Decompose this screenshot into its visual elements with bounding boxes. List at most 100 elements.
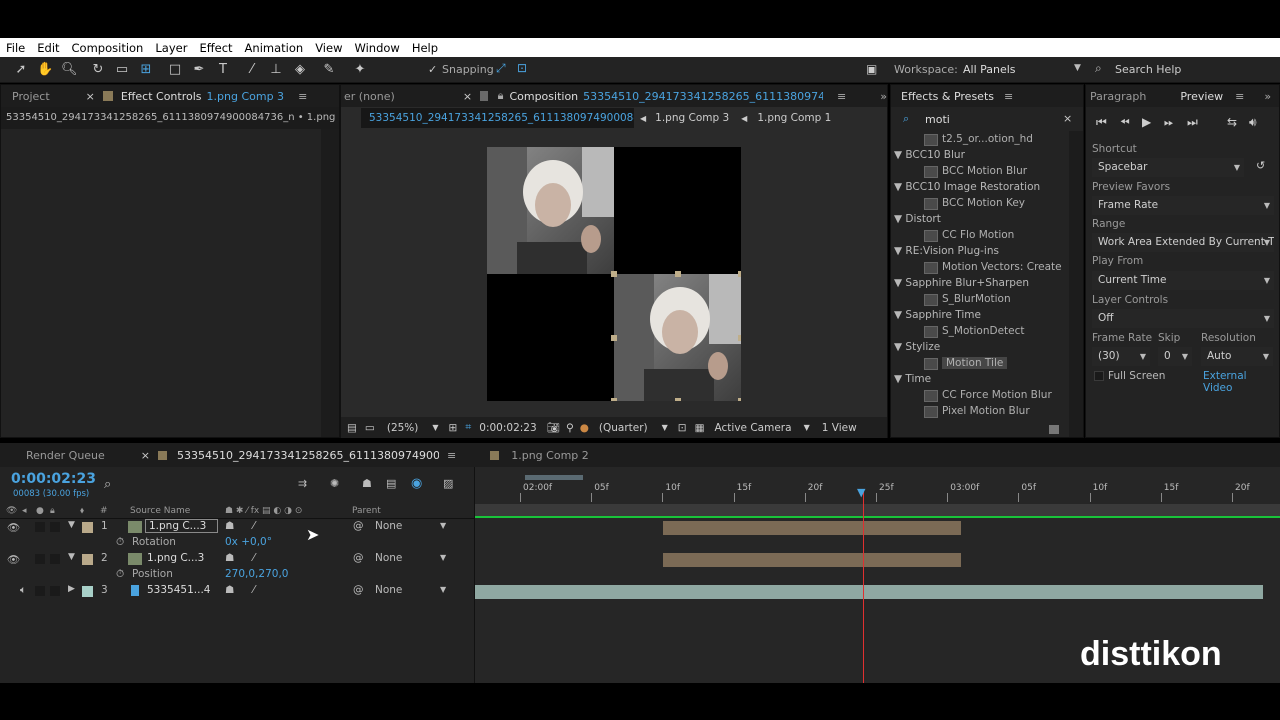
effect-item[interactable]: CC Force Motion Blur xyxy=(894,387,1083,403)
collapse-arrow-icon[interactable]: ▶ xyxy=(68,584,75,594)
parent-select[interactable]: None xyxy=(375,520,402,532)
display-icon[interactable]: ▭ xyxy=(365,422,375,434)
shy-switch-icon[interactable]: ☗ xyxy=(225,552,234,564)
time-ruler[interactable]: 02:00f 05f 10f 15f 20f 25f 03:00f 05f 10f 15f 20f xyxy=(475,483,1280,503)
snap-edges-icon[interactable]: ⤢ xyxy=(496,61,506,76)
lock-toggle[interactable] xyxy=(50,586,60,596)
eraser-tool-icon[interactable]: ◈ xyxy=(292,62,308,78)
tab-project[interactable]: Project xyxy=(12,90,50,103)
stopwatch-icon[interactable]: ⏱︎ xyxy=(116,568,124,581)
effect-item[interactable]: Motion Vectors: Create xyxy=(894,259,1083,275)
snapshot-icon[interactable]: 📷︎ xyxy=(547,421,560,434)
current-time-indicator-icon[interactable]: ▼ xyxy=(857,486,865,499)
roto-brush-tool-icon[interactable]: ✎ xyxy=(321,62,337,78)
layer-controls-select[interactable]: Off xyxy=(1092,309,1274,328)
rotation-value[interactable]: 0x +0,0° xyxy=(225,536,272,548)
scrollbar[interactable] xyxy=(321,129,339,437)
quality-switch-icon[interactable]: ⁄ xyxy=(253,552,255,564)
rotate-tool-icon[interactable]: ↻ xyxy=(90,62,106,78)
puppet-pin-tool-icon[interactable]: ✦ xyxy=(352,62,368,78)
camera-dropdown-icon[interactable]: ▼ xyxy=(804,423,810,432)
effect-item[interactable]: BCC Motion Blur xyxy=(894,163,1083,179)
hand-tool-icon[interactable]: ✋ xyxy=(37,62,53,78)
external-video-link[interactable]: External Video xyxy=(1203,370,1279,394)
panel-menu-icon[interactable]: ≡ xyxy=(1235,90,1244,103)
pickwhip-icon[interactable]: @ xyxy=(353,520,364,532)
play-icon[interactable]: ▶ xyxy=(1142,115,1151,129)
rectangle-tool-icon[interactable]: □ xyxy=(167,62,183,78)
crumb-comp1[interactable]: 1.png Comp 1 xyxy=(757,112,831,124)
solo-toggle[interactable] xyxy=(35,522,45,532)
frame-blending-icon[interactable]: ▤ xyxy=(386,477,396,490)
audio-speaker-icon[interactable]: 🔈︎ xyxy=(20,584,26,597)
panel-menu-icon[interactable]: ≡ xyxy=(298,90,307,103)
menu-help[interactable]: Help xyxy=(412,41,438,55)
parent-dropdown-icon[interactable]: ▼ xyxy=(440,585,446,594)
transparency-grid-icon[interactable]: ▦ xyxy=(695,422,705,434)
comp-canvas[interactable] xyxy=(487,147,741,401)
show-snapshot-icon[interactable]: ⚲ xyxy=(566,422,574,434)
lock-toggle[interactable] xyxy=(50,522,60,532)
menu-view[interactable]: View xyxy=(315,41,342,55)
resolution-dropdown-icon[interactable]: ▼ xyxy=(662,423,668,432)
quality-switch-icon[interactable]: ⁄ xyxy=(253,584,255,596)
solo-toggle[interactable] xyxy=(35,554,45,564)
view-layout-select[interactable]: 1 View xyxy=(822,422,857,434)
expand-panel-icon[interactable]: » xyxy=(880,90,887,103)
effect-item[interactable]: Pixel Motion Blur xyxy=(894,403,1083,419)
always-preview-icon[interactable]: ▤ xyxy=(347,422,357,434)
timeline-search-icon[interactable]: ⌕ xyxy=(104,477,111,492)
camera-select[interactable]: Active Camera xyxy=(715,422,792,434)
graph-editor-icon[interactable]: ▨ xyxy=(443,477,453,490)
audio-icon[interactable]: 🔊︎ xyxy=(1249,115,1257,130)
visibility-eye-icon[interactable]: 👁︎ xyxy=(7,521,20,534)
effect-item[interactable]: t2.5_or...otion_hd xyxy=(894,131,1083,147)
loop-icon[interactable]: ⇆ xyxy=(1227,115,1237,129)
play-from-select[interactable]: Current Time xyxy=(1092,271,1274,290)
workspace-select[interactable]: All Panels xyxy=(963,63,1016,76)
workspace-dropdown-icon[interactable]: ▼ xyxy=(1074,63,1081,73)
layer-bar-3[interactable] xyxy=(475,585,1263,599)
tab-effects-presets[interactable]: Effects & Presets xyxy=(901,90,994,103)
effect-category[interactable]: ▼ RE:Vision Plug-ins xyxy=(894,243,1083,259)
crumb-current[interactable]: 53354510_294173341258265_611138097490008… xyxy=(361,108,634,128)
brush-tool-icon[interactable]: ⁄ xyxy=(244,62,260,78)
tab-timeline-comp[interactable]: 53354510_294173341258265_611138097490008… xyxy=(177,449,439,462)
position-value[interactable]: 270,0,270,0 xyxy=(225,568,288,580)
type-tool-icon[interactable]: T xyxy=(215,62,231,78)
visibility-eye-icon[interactable]: 👁︎ xyxy=(7,553,20,566)
fast-preview-icon[interactable]: ⊡ xyxy=(678,422,687,434)
new-folder-icon[interactable] xyxy=(1049,425,1059,434)
close-tab-icon[interactable]: × xyxy=(141,449,150,462)
tab-effect-controls[interactable]: Effect Controls xyxy=(121,90,202,103)
camera-tool-icon[interactable]: ▭ xyxy=(114,62,130,78)
effect-category[interactable]: ▼ Sapphire Time xyxy=(894,307,1083,323)
parent-select[interactable]: None xyxy=(375,552,402,564)
effects-search-input[interactable]: moti xyxy=(925,113,950,126)
current-time-display[interactable]: 0:00:02:23 xyxy=(479,422,536,434)
shy-switch-icon[interactable]: ☗ xyxy=(225,584,234,596)
channels-icon[interactable]: ● xyxy=(580,422,589,434)
effect-item[interactable]: Motion Tile xyxy=(894,355,1083,371)
parent-dropdown-icon[interactable]: ▼ xyxy=(440,521,446,530)
skip-select[interactable]: 0 xyxy=(1158,347,1192,366)
tab-footage[interactable]: er (none) xyxy=(344,90,395,103)
layer-row-3[interactable]: 🔈︎ ▶ 3 5335451...4 ☗ ⁄ @ None ▼ xyxy=(0,584,474,600)
panel-menu-icon[interactable]: ≡ xyxy=(1004,90,1013,103)
comp-mini-flowchart-icon[interactable]: ⇉ xyxy=(298,477,307,490)
reset-icon[interactable]: ↺ xyxy=(1256,159,1265,172)
next-frame-icon[interactable]: ⏩︎ xyxy=(1164,115,1174,130)
zoom-dropdown-icon[interactable]: ▼ xyxy=(432,423,438,432)
zoom-select[interactable]: (25%) xyxy=(387,422,419,434)
frame-rate-select[interactable]: (30) xyxy=(1092,347,1150,366)
effect-item[interactable]: S_BlurMotion xyxy=(894,291,1083,307)
snap-features-icon[interactable]: ⊡ xyxy=(517,61,527,75)
pen-tool-icon[interactable]: ✒ xyxy=(191,62,207,78)
menu-effect[interactable]: Effect xyxy=(199,41,232,55)
expand-arrow-icon[interactable]: ▼ xyxy=(68,520,75,530)
parent-dropdown-icon[interactable]: ▼ xyxy=(440,553,446,562)
parent-select[interactable]: None xyxy=(375,584,402,596)
menu-window[interactable]: Window xyxy=(354,41,399,55)
full-screen-checkbox[interactable] xyxy=(1094,371,1104,381)
layer-bar-2[interactable] xyxy=(663,553,961,567)
